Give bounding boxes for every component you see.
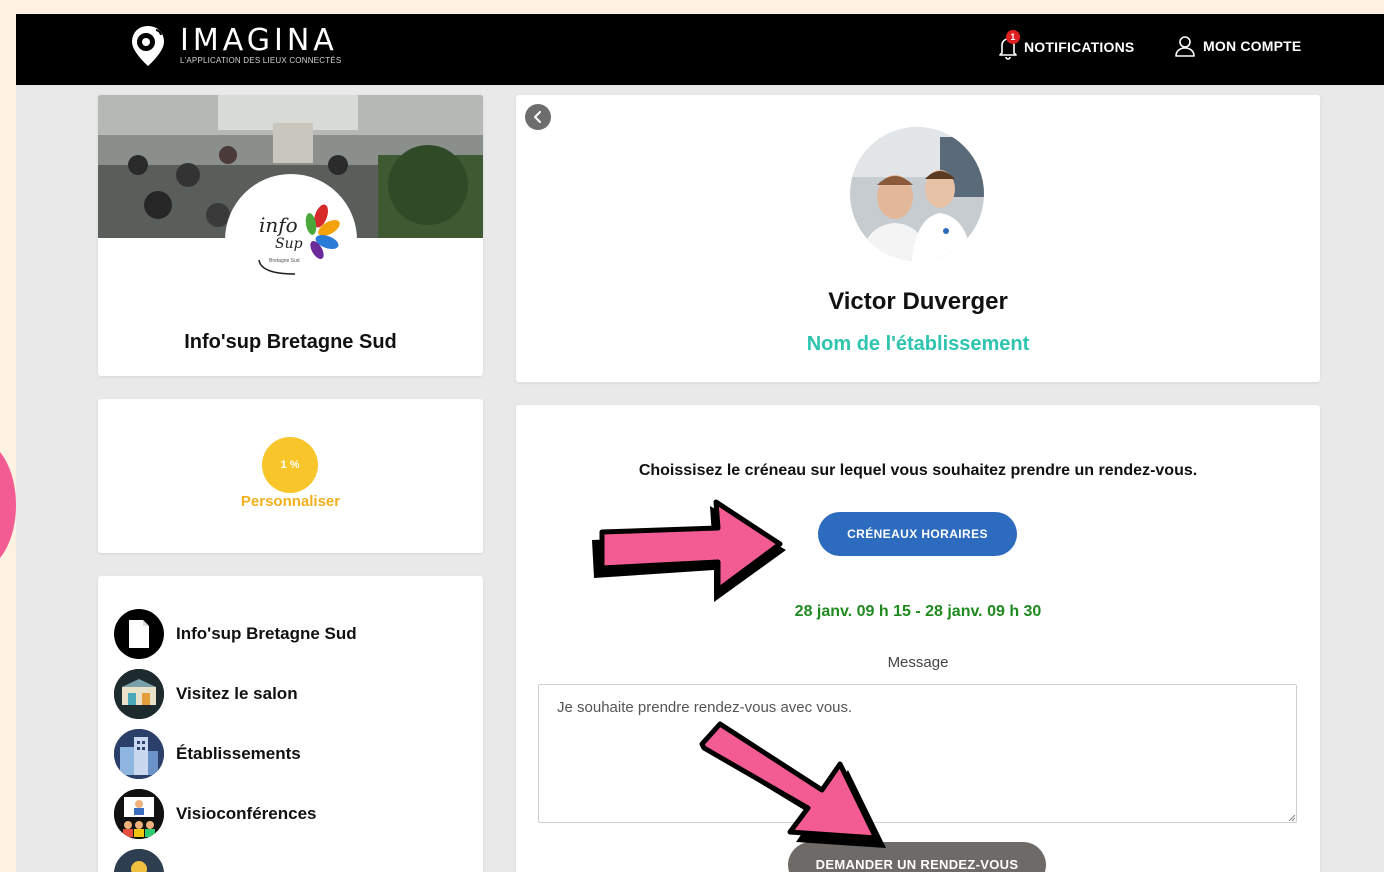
message-textarea[interactable]: [538, 684, 1297, 823]
brand-logo[interactable]: IMAGINA L'APPLICATION DES LIEUX CONNECTÉ…: [130, 24, 341, 68]
notifications-label: NOTIFICATIONS: [1024, 39, 1135, 55]
location-pin-icon: [132, 26, 164, 66]
message-label: Message: [887, 654, 949, 671]
svg-text:info: info: [259, 213, 298, 237]
person-name: Victor Duverger: [828, 288, 1008, 315]
document-icon: [114, 609, 164, 659]
brand-name: IMAGINA: [180, 23, 338, 58]
notification-count-badge: 1: [1006, 30, 1020, 44]
menu-item-label: Visitez le salon: [176, 684, 298, 703]
contact-person-card: Victor Duverger Nom de l'établissement: [516, 95, 1320, 382]
profile-completion-card: 1 % Personnaliser: [98, 399, 483, 553]
resize-grip-icon[interactable]: [1286, 812, 1296, 822]
annotation-arrow-down-right: [699, 721, 886, 848]
account-link[interactable]: MON COMPTE: [1173, 34, 1301, 58]
menu-item-video-conferences[interactable]: Visioconférences: [114, 789, 316, 839]
video-conference-icon: [114, 789, 164, 839]
svg-text:Bretagne Sud: Bretagne Sud: [269, 258, 300, 264]
menu-item-visit-salon[interactable]: Visitez le salon: [114, 669, 298, 719]
brand-tagline: L'APPLICATION DES LIEUX CONNECTÉS: [180, 56, 342, 65]
user-icon: [1175, 36, 1195, 57]
organization-name: Info'sup Bretagne Sud: [184, 331, 397, 353]
establishment-name: Nom de l'établissement: [806, 333, 1030, 355]
time-slots-button[interactable]: CRÉNEAUX HORAIRES: [818, 512, 1017, 556]
organization-card: info Sup Bretagne Sud Info'sup Bretagne …: [98, 95, 483, 376]
infosup-logo-icon: info Sup Bretagne Sud: [258, 204, 340, 275]
notifications-link[interactable]: 1 NOTIFICATIONS: [996, 30, 1135, 60]
annotation-arrow-right: [592, 499, 786, 602]
completion-percent-badge: 1 %: [262, 437, 318, 493]
svg-text:Sup: Sup: [275, 236, 303, 252]
personalize-link[interactable]: Personnaliser: [98, 493, 483, 510]
account-label: MON COMPTE: [1203, 38, 1302, 54]
booking-instruction: Choissisez le créneau sur lequel vous so…: [638, 462, 1198, 479]
menu-item-infosup[interactable]: Info'sup Bretagne Sud: [114, 609, 357, 659]
menu-item-label: Info'sup Bretagne Sud: [176, 624, 357, 643]
menu-item-label: Établissements: [176, 744, 301, 763]
menu-item-label: Visioconférences: [176, 804, 317, 823]
app-window: IMAGINA L'APPLICATION DES LIEUX CONNECTÉ…: [16, 14, 1384, 872]
buildings-icon: [114, 729, 164, 779]
menu-item-more[interactable]: [114, 849, 176, 872]
person-avatar: [850, 127, 984, 261]
navigation-menu-card: Info'sup Bretagne Sud Visitez le salon É…: [98, 576, 483, 872]
menu-item-establishments[interactable]: Établissements: [114, 729, 301, 779]
organization-logo: info Sup Bretagne Sud: [225, 174, 357, 306]
back-button[interactable]: [525, 104, 551, 130]
menu-icon-partial: [114, 849, 164, 872]
top-navigation-bar: IMAGINA L'APPLICATION DES LIEUX CONNECTÉ…: [16, 14, 1384, 85]
chevron-left-icon: [534, 111, 541, 123]
appointment-booking-card: Choissisez le créneau sur lequel vous so…: [516, 405, 1320, 872]
salon-icon: [114, 669, 164, 719]
pink-decoration: [0, 440, 16, 570]
